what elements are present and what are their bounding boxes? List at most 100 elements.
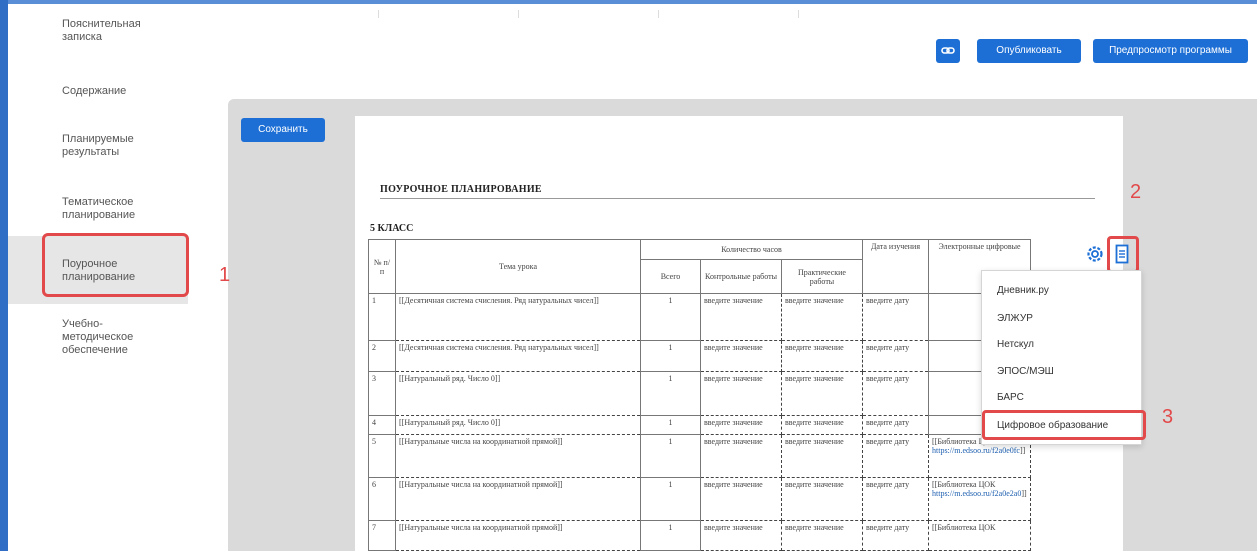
preview-program-button[interactable]: Предпросмотр программы xyxy=(1093,39,1248,63)
sidebar-item-label: записка xyxy=(62,31,102,43)
resource-cell: [[Библиотека ЦОК https://m.edsoo.ru/f2a0… xyxy=(928,477,1031,521)
total-hours: 1 xyxy=(640,415,701,435)
resource-suffix: ]] xyxy=(1021,489,1027,498)
row-num: 1 xyxy=(368,293,396,341)
publish-button[interactable]: Опубликовать xyxy=(977,39,1081,63)
menu-item-dnevnik[interactable]: Дневник.ру xyxy=(982,279,1141,303)
sidebar-item-planned-results[interactable]: Планируемые результаты xyxy=(8,133,188,159)
sidebar-item-label: обеспечение xyxy=(62,344,128,356)
sidebar-item-label: Учебно- xyxy=(62,318,103,330)
row-num: 5 xyxy=(368,434,396,478)
app-window: Пояснительная записка Содержание Планиру… xyxy=(0,0,1257,551)
link-icon xyxy=(941,47,955,54)
sidebar-item-label: Планируемые xyxy=(62,133,134,145)
title-divider xyxy=(380,198,1095,199)
resource-link[interactable]: https://m.edsoo.ru/f2a0e0fc xyxy=(932,446,1020,455)
sidebar-item-explanatory-note[interactable]: Пояснительная записка xyxy=(8,18,188,44)
sidebar-item-label: результаты xyxy=(62,146,120,158)
total-hours: 1 xyxy=(640,520,701,551)
sidebar-item-label: методическое xyxy=(62,331,134,343)
practical-works-input[interactable]: введите значение xyxy=(781,520,863,551)
col-header-num: № п/п xyxy=(368,239,396,294)
sidebar-item-contents[interactable]: Содержание xyxy=(8,85,188,98)
col-header-control: Контрольные работы xyxy=(700,259,782,294)
highlight-lesson-planning xyxy=(42,233,189,297)
col-header-practical: Практические работы xyxy=(781,259,863,294)
menu-item-epos-mesh[interactable]: ЭПОС/МЭШ xyxy=(982,360,1141,384)
copy-link-button[interactable] xyxy=(936,39,960,63)
sidebar-item-label: Тематическое xyxy=(62,196,134,208)
topic-field[interactable]: [[Натуральный ряд. Число 0]] xyxy=(395,371,641,416)
row-num: 4 xyxy=(368,415,396,435)
date-input[interactable]: введите дату xyxy=(862,340,929,372)
lesson-plan-table: № п/п Тема урока Количество часов Дата и… xyxy=(368,239,1031,551)
step-number-1: 1 xyxy=(219,264,231,286)
practical-works-input[interactable]: введите значение xyxy=(781,293,863,341)
date-input[interactable]: введите дату xyxy=(862,520,929,551)
resource-label: [[Библиотека ЦОК xyxy=(932,480,996,489)
date-input[interactable]: введите дату xyxy=(862,293,929,341)
practical-works-input[interactable]: введите значение xyxy=(781,415,863,435)
sidebar-item-thematic-planning[interactable]: Тематическое планирование xyxy=(8,196,188,222)
total-hours: 1 xyxy=(640,340,701,372)
document-title: ПОУРОЧНОЕ ПЛАНИРОВАНИЕ xyxy=(380,184,542,195)
sidebar-item-label: Содержание xyxy=(62,85,127,97)
menu-item-netschool[interactable]: Нетскул xyxy=(982,333,1141,357)
col-header-hours: Количество часов xyxy=(640,239,863,260)
table-row: 7 [[Натуральные числа на координатной пр… xyxy=(368,520,1031,551)
total-hours: 1 xyxy=(640,434,701,478)
topic-field[interactable]: [[Натуральные числа на координатной прям… xyxy=(395,477,641,521)
col-header-topic: Тема урока xyxy=(395,239,641,294)
topic-field[interactable]: [[Десятичная система счисления. Ряд нату… xyxy=(395,340,641,372)
highlight-export-icon xyxy=(1107,236,1139,273)
practical-works-input[interactable]: введите значение xyxy=(781,434,863,478)
menu-item-elzhur[interactable]: ЭЛЖУР xyxy=(982,307,1141,331)
left-border xyxy=(0,0,8,551)
table-row: 6 [[Натуральные числа на координатной пр… xyxy=(368,477,1031,521)
table-row: 1 [[Десятичная система счисления. Ряд на… xyxy=(368,293,1031,341)
control-works-input[interactable]: введите значение xyxy=(700,293,782,341)
topic-field[interactable]: [[Натуральный ряд. Число 0]] xyxy=(395,415,641,435)
date-input[interactable]: введите дату xyxy=(862,434,929,478)
resource-label: [[Библиотека ЦОК xyxy=(932,523,996,532)
settings-gear-icon[interactable] xyxy=(1086,245,1104,263)
table-row: 2 [[Десятичная система счисления. Ряд на… xyxy=(368,340,1031,372)
date-input[interactable]: введите дату xyxy=(862,477,929,521)
practical-works-input[interactable]: введите значение xyxy=(781,340,863,372)
date-input[interactable]: введите дату xyxy=(862,415,929,435)
control-works-input[interactable]: введите значение xyxy=(700,371,782,416)
control-works-input[interactable]: введите значение xyxy=(700,434,782,478)
top-toolbar-strip xyxy=(188,4,1257,18)
sidebar-item-label: Пояснительная xyxy=(62,18,141,30)
total-hours: 1 xyxy=(640,477,701,521)
topic-field[interactable]: [[Натуральные числа на координатной прям… xyxy=(395,434,641,478)
col-header-total: Всего xyxy=(640,259,701,294)
sidebar-item-methodical-support[interactable]: Учебно- методическое обеспечение xyxy=(8,318,188,357)
control-works-input[interactable]: введите значение xyxy=(700,415,782,435)
table-row: 4 [[Натуральный ряд. Число 0]] 1 введите… xyxy=(368,415,1031,435)
step-number-3: 3 xyxy=(1162,406,1174,428)
practical-works-input[interactable]: введите значение xyxy=(781,477,863,521)
control-works-input[interactable]: введите значение xyxy=(700,477,782,521)
menu-item-bars[interactable]: БАРС xyxy=(982,386,1141,410)
resource-cell: [[Библиотека ЦОК xyxy=(928,520,1031,551)
date-input[interactable]: введите дату xyxy=(862,371,929,416)
row-num: 7 xyxy=(368,520,396,551)
control-works-input[interactable]: введите значение xyxy=(700,520,782,551)
topic-field[interactable]: [[Натуральные числа на координатной прям… xyxy=(395,520,641,551)
total-hours: 1 xyxy=(640,371,701,416)
row-num: 6 xyxy=(368,477,396,521)
class-label: 5 КЛАСС xyxy=(370,223,414,234)
col-header-date: Дата изучения xyxy=(862,239,929,294)
topic-field[interactable]: [[Десятичная система счисления. Ряд нату… xyxy=(395,293,641,341)
total-hours: 1 xyxy=(640,293,701,341)
row-num: 2 xyxy=(368,340,396,372)
resource-link[interactable]: https://m.edsoo.ru/f2a0e2a0 xyxy=(932,489,1021,498)
practical-works-input[interactable]: введите значение xyxy=(781,371,863,416)
save-button[interactable]: Сохранить xyxy=(241,118,325,142)
table-row: 5 [[Натуральные числа на координатной пр… xyxy=(368,434,1031,478)
sidebar-item-label: планирование xyxy=(62,209,136,221)
row-num: 3 xyxy=(368,371,396,416)
control-works-input[interactable]: введите значение xyxy=(700,340,782,372)
step-number-2: 2 xyxy=(1130,181,1142,203)
